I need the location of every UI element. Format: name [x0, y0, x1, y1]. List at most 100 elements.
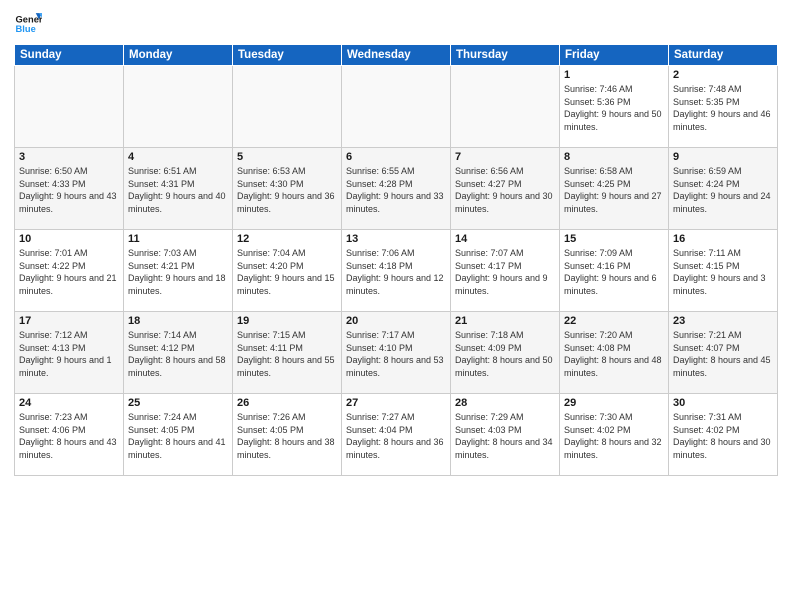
page-container: General Blue SundayMondayTuesdayWednesda… [0, 0, 792, 612]
calendar-cell: 10 Sunrise: 7:01 AM Sunset: 4:22 PM Dayli… [15, 230, 124, 312]
day-info: Sunrise: 7:29 AM Sunset: 4:03 PM Dayligh… [455, 411, 555, 461]
calendar-cell: 5Sunrise: 6:53 AM Sunset: 4:30 PM Daylig… [233, 148, 342, 230]
day-number: 4 [128, 151, 228, 163]
day-number: 14 [455, 233, 555, 245]
day-number: 5 [237, 151, 337, 163]
day-info: Sunrise: 7:46 AM Sunset: 5:36 PM Dayligh… [564, 83, 664, 133]
day-info: Sunrise: 7:04 AM Sunset: 4:20 PM Dayligh… [237, 247, 337, 297]
day-info: Sunrise: 7:09 AM Sunset: 4:16 PM Dayligh… [564, 247, 664, 297]
calendar-cell: 3 Sunrise: 6:50 AM Sunset: 4:33 PM Daylig… [15, 148, 124, 230]
day-header-friday: Friday [560, 45, 669, 66]
day-info: Sunrise: 7:21 AM Sunset: 4:07 PM Dayligh… [673, 329, 773, 379]
calendar-cell [342, 66, 451, 148]
day-header-sunday: Sunday [15, 45, 124, 66]
day-number: 2 [673, 69, 773, 81]
calendar-cell: 1 Sunrise: 7:46 AM Sunset: 5:36 PM Daylig… [560, 66, 669, 148]
day-info: Sunrise: 7:03 AM Sunset: 4:21 PM Dayligh… [128, 247, 228, 297]
week-row-1: 1 Sunrise: 7:46 AM Sunset: 5:36 PM Daylig… [15, 66, 778, 148]
day-info: Sunrise: 7:18 AM Sunset: 4:09 PM Dayligh… [455, 329, 555, 379]
day-info: Sunrise: 6:50 AM Sunset: 4:33 PM Dayligh… [19, 165, 119, 215]
calendar-cell: 27 Sunrise: 7:27 AM Sunset: 4:04 PM Dayli… [342, 394, 451, 476]
day-number: 21 [455, 315, 555, 327]
day-info: Sunrise: 6:56 AM Sunset: 4:27 PM Dayligh… [455, 165, 555, 215]
header-row: SundayMondayTuesdayWednesdayThursdayFrid… [15, 45, 778, 66]
calendar-cell: 26Sunrise: 7:26 AM Sunset: 4:05 PM Dayli… [233, 394, 342, 476]
day-header-wednesday: Wednesday [342, 45, 451, 66]
day-info: Sunrise: 7:12 AM Sunset: 4:13 PM Dayligh… [19, 329, 119, 379]
calendar-cell: 15 Sunrise: 7:09 AM Sunset: 4:16 PM Dayli… [560, 230, 669, 312]
day-info: Sunrise: 6:55 AM Sunset: 4:28 PM Dayligh… [346, 165, 446, 215]
calendar-cell: 30 Sunrise: 7:31 AM Sunset: 4:02 PM Dayli… [669, 394, 778, 476]
calendar-cell: 21 Sunrise: 7:18 AM Sunset: 4:09 PM Dayli… [451, 312, 560, 394]
day-info: Sunrise: 7:48 AM Sunset: 5:35 PM Dayligh… [673, 83, 773, 133]
day-info: Sunrise: 7:27 AM Sunset: 4:04 PM Dayligh… [346, 411, 446, 461]
day-number: 9 [673, 151, 773, 163]
day-number: 6 [346, 151, 446, 163]
calendar-cell: 9 Sunrise: 6:59 AM Sunset: 4:24 PM Daylig… [669, 148, 778, 230]
day-number: 25 [128, 397, 228, 409]
day-info: Sunrise: 7:15 AM Sunset: 4:11 PM Dayligh… [237, 329, 337, 379]
calendar-cell: 18 Sunrise: 7:14 AM Sunset: 4:12 PM Dayli… [124, 312, 233, 394]
day-info: Sunrise: 6:51 AM Sunset: 4:31 PM Dayligh… [128, 165, 228, 215]
calendar-cell: 28 Sunrise: 7:29 AM Sunset: 4:03 PM Dayli… [451, 394, 560, 476]
day-info: Sunrise: 7:24 AM Sunset: 4:05 PM Dayligh… [128, 411, 228, 461]
calendar-cell: 14 Sunrise: 7:07 AM Sunset: 4:17 PM Dayli… [451, 230, 560, 312]
day-number: 3 [19, 151, 119, 163]
day-info: Sunrise: 7:31 AM Sunset: 4:02 PM Dayligh… [673, 411, 773, 461]
day-info: Sunrise: 7:01 AM Sunset: 4:22 PM Dayligh… [19, 247, 119, 297]
day-header-saturday: Saturday [669, 45, 778, 66]
day-info: Sunrise: 7:14 AM Sunset: 4:12 PM Dayligh… [128, 329, 228, 379]
calendar-cell: 29 Sunrise: 7:30 AM Sunset: 4:02 PM Dayli… [560, 394, 669, 476]
day-info: Sunrise: 7:07 AM Sunset: 4:17 PM Dayligh… [455, 247, 555, 297]
svg-text:Blue: Blue [16, 24, 36, 34]
calendar-cell [451, 66, 560, 148]
calendar-cell: 19Sunrise: 7:15 AM Sunset: 4:11 PM Dayli… [233, 312, 342, 394]
day-number: 23 [673, 315, 773, 327]
day-header-monday: Monday [124, 45, 233, 66]
calendar-cell: 17 Sunrise: 7:12 AM Sunset: 4:13 PM Dayli… [15, 312, 124, 394]
week-row-5: 24Sunrise: 7:23 AM Sunset: 4:06 PM Dayli… [15, 394, 778, 476]
day-info: Sunrise: 7:26 AM Sunset: 4:05 PM Dayligh… [237, 411, 337, 461]
calendar-cell: 7Sunrise: 6:56 AM Sunset: 4:27 PM Daylig… [451, 148, 560, 230]
week-row-2: 3 Sunrise: 6:50 AM Sunset: 4:33 PM Daylig… [15, 148, 778, 230]
calendar-cell: 16Sunrise: 7:11 AM Sunset: 4:15 PM Dayli… [669, 230, 778, 312]
day-number: 16 [673, 233, 773, 245]
day-number: 22 [564, 315, 664, 327]
day-number: 20 [346, 315, 446, 327]
day-info: Sunrise: 7:30 AM Sunset: 4:02 PM Dayligh… [564, 411, 664, 461]
day-number: 11 [128, 233, 228, 245]
calendar-cell: 13 Sunrise: 7:06 AM Sunset: 4:18 PM Dayli… [342, 230, 451, 312]
day-info: Sunrise: 7:20 AM Sunset: 4:08 PM Dayligh… [564, 329, 664, 379]
calendar-cell: 8 Sunrise: 6:58 AM Sunset: 4:25 PM Daylig… [560, 148, 669, 230]
day-number: 12 [237, 233, 337, 245]
calendar-cell: 20 Sunrise: 7:17 AM Sunset: 4:10 PM Dayli… [342, 312, 451, 394]
day-number: 28 [455, 397, 555, 409]
calendar-cell: 2 Sunrise: 7:48 AM Sunset: 5:35 PM Daylig… [669, 66, 778, 148]
day-info: Sunrise: 6:58 AM Sunset: 4:25 PM Dayligh… [564, 165, 664, 215]
day-info: Sunrise: 6:59 AM Sunset: 4:24 PM Dayligh… [673, 165, 773, 215]
calendar-cell: 6 Sunrise: 6:55 AM Sunset: 4:28 PM Daylig… [342, 148, 451, 230]
day-info: Sunrise: 7:23 AM Sunset: 4:06 PM Dayligh… [19, 411, 119, 461]
day-number: 15 [564, 233, 664, 245]
day-header-thursday: Thursday [451, 45, 560, 66]
day-number: 8 [564, 151, 664, 163]
header: General Blue [14, 10, 778, 38]
day-number: 10 [19, 233, 119, 245]
week-row-4: 17 Sunrise: 7:12 AM Sunset: 4:13 PM Dayli… [15, 312, 778, 394]
calendar-cell: 25 Sunrise: 7:24 AM Sunset: 4:05 PM Dayli… [124, 394, 233, 476]
calendar-cell: 22 Sunrise: 7:20 AM Sunset: 4:08 PM Dayli… [560, 312, 669, 394]
calendar-cell: 11 Sunrise: 7:03 AM Sunset: 4:21 PM Dayli… [124, 230, 233, 312]
calendar-cell: 4 Sunrise: 6:51 AM Sunset: 4:31 PM Daylig… [124, 148, 233, 230]
calendar-cell: 24Sunrise: 7:23 AM Sunset: 4:06 PM Dayli… [15, 394, 124, 476]
day-number: 17 [19, 315, 119, 327]
calendar-cell: 12 Sunrise: 7:04 AM Sunset: 4:20 PM Dayli… [233, 230, 342, 312]
day-info: Sunrise: 7:06 AM Sunset: 4:18 PM Dayligh… [346, 247, 446, 297]
day-number: 29 [564, 397, 664, 409]
day-number: 18 [128, 315, 228, 327]
day-number: 1 [564, 69, 664, 81]
day-info: Sunrise: 7:17 AM Sunset: 4:10 PM Dayligh… [346, 329, 446, 379]
week-row-3: 10 Sunrise: 7:01 AM Sunset: 4:22 PM Dayli… [15, 230, 778, 312]
day-number: 30 [673, 397, 773, 409]
day-number: 27 [346, 397, 446, 409]
day-number: 13 [346, 233, 446, 245]
